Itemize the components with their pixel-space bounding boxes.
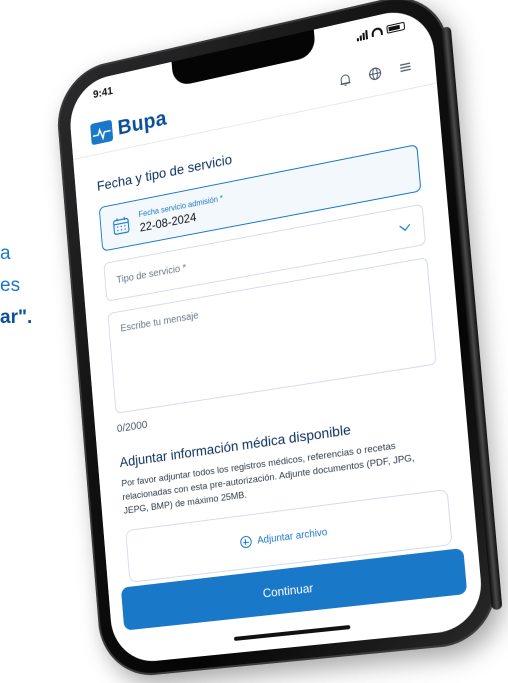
header-icons (338, 58, 413, 88)
status-time: 9:41 (92, 85, 114, 102)
add-circle-icon (239, 535, 253, 549)
date-texts: Fecha servicio admisión * 22-08-2024 (138, 193, 224, 234)
bupa-logo[interactable]: Bupa (90, 106, 168, 145)
status-icons (356, 21, 406, 42)
marketing-text-line-2: es (0, 275, 21, 296)
menu-icon[interactable] (398, 58, 413, 75)
home-indicator[interactable] (233, 624, 351, 641)
chevron-down-icon (399, 222, 412, 232)
brand-name: Bupa (116, 106, 168, 140)
calendar-icon (111, 214, 131, 237)
continue-label: Continuar (262, 580, 314, 601)
marketing-text-line-3: ar". (0, 307, 33, 328)
marketing-text-line-1: a (0, 243, 11, 264)
battery-icon (386, 21, 406, 34)
stage: a es ar". 9:41 Bupa Fecha y tipo de serv… (0, 0, 508, 683)
bell-icon[interactable] (338, 71, 353, 88)
bupa-logo-mark-icon (90, 119, 114, 145)
attach-file-label: Adjuntar archivo (256, 526, 328, 547)
globe-icon[interactable] (367, 65, 382, 82)
phone-mockup: 9:41 Bupa Fecha y tipo de servicio Fecha… (53, 0, 503, 680)
message-placeholder: Escribe tu mensaje (120, 310, 199, 335)
phone-screen: 9:41 Bupa Fecha y tipo de servicio Fecha… (67, 3, 486, 665)
signal-icon (356, 29, 368, 42)
service-type-label: Tipo de servicio * (116, 262, 187, 286)
wifi-icon (371, 26, 383, 38)
form-content: Fecha y tipo de servicio Fecha servicio … (95, 99, 453, 583)
